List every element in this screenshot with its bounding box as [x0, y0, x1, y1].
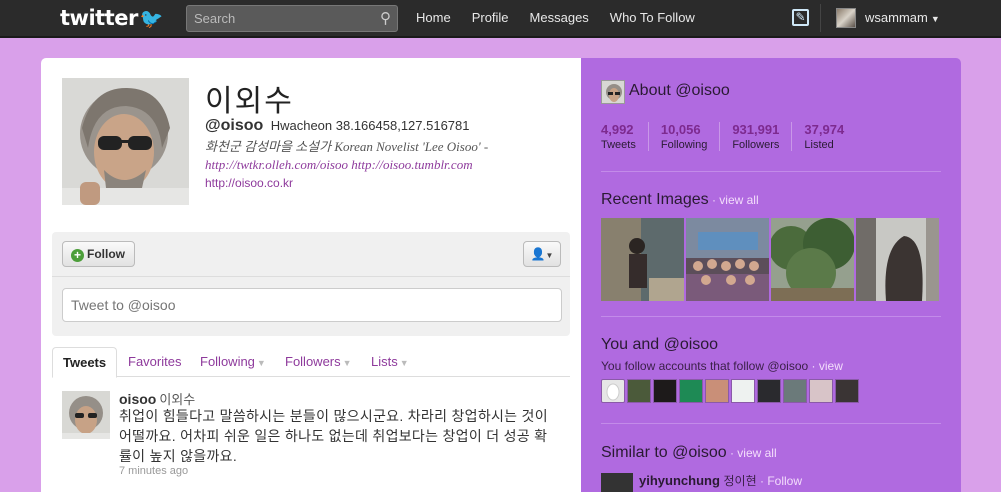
profile-sidebar: About @oisoo 4,992 Tweets 10,056 Following…: [581, 58, 961, 492]
bio-text: 화천군 감성마을 소설가 Korean Novelist 'Lee Oisoo'…: [205, 139, 489, 154]
recent-image-1[interactable]: [601, 218, 684, 301]
stat-followers[interactable]: 931,991 Followers: [732, 122, 793, 151]
compose-tweet-icon[interactable]: ✎: [792, 9, 809, 26]
profile-url[interactable]: http://oisoo.co.kr: [205, 176, 293, 190]
sidebar-divider: [601, 171, 941, 172]
similar-header: Similar to @oisoo · view all: [601, 444, 777, 461]
user-avatar[interactable]: [836, 8, 856, 28]
search-box: ⚲: [186, 5, 398, 32]
mutual-avatar-3[interactable]: [653, 379, 677, 403]
person-icon: 👤: [530, 247, 546, 261]
action-divider: [52, 276, 570, 277]
tweet-display-name: 이외수: [159, 392, 196, 407]
profile-stats: 4,992 Tweets 10,056 Following 931,991 Follo…: [601, 122, 868, 151]
profile-panel: 이외수 @oisoo Hwacheon 38.166458,127.516781…: [41, 58, 581, 492]
mutual-avatar-2[interactable]: [627, 379, 651, 403]
follow-button[interactable]: + Follow: [62, 241, 135, 267]
mutual-avatar-1[interactable]: [601, 379, 625, 403]
sidebar-divider: [601, 316, 941, 317]
caret-down-icon: ▼: [342, 358, 352, 368]
nav-profile[interactable]: Profile: [472, 10, 509, 25]
recent-images-title: Recent Images: [601, 191, 709, 208]
recent-images-header: Recent Images · view all: [601, 191, 759, 208]
user-actions-button[interactable]: 👤▼: [523, 241, 561, 267]
tweet-timestamp[interactable]: 7 minutes ago: [119, 465, 188, 477]
mutual-avatar-4[interactable]: [679, 379, 703, 403]
nav-home[interactable]: Home: [416, 10, 451, 25]
username: wsammam: [865, 10, 928, 25]
follow-label: Follow: [87, 247, 125, 261]
tab-followers[interactable]: Followers ▼: [285, 347, 352, 378]
caret-down-icon: ▼: [545, 251, 554, 260]
profile-location: Hwacheon 38.166458,127.516781: [270, 118, 470, 133]
mutual-avatar-10[interactable]: [835, 379, 859, 403]
tweet-screen-name[interactable]: oisoo: [119, 391, 156, 407]
profile-tabs: Tweets Favorites Following ▼ Followers ▼ L…: [52, 347, 570, 378]
search-input[interactable]: [187, 6, 367, 31]
sidebar-divider: [601, 423, 941, 424]
profile-name: 이외수: [205, 85, 294, 118]
top-nav: Home Profile Messages Who To Follow: [416, 10, 716, 25]
nav-who-to-follow[interactable]: Who To Follow: [610, 10, 695, 25]
tab-tweets[interactable]: Tweets: [52, 347, 118, 378]
profile-bio: 화천군 감성마을 소설가 Korean Novelist 'Lee Oisoo'…: [205, 138, 565, 174]
stat-following[interactable]: 10,056 Following: [661, 122, 721, 151]
similar-user-info: yihyunchung 정이현 · Follow: [639, 473, 802, 488]
mutual-avatars: [601, 379, 861, 403]
plus-icon: +: [71, 249, 84, 262]
caret-down-icon: ▼: [256, 358, 266, 368]
similar-user-screen-name[interactable]: yihyunchung: [639, 473, 720, 488]
similar-user-row: yihyunchung 정이현 · Follow: [601, 470, 941, 492]
recent-images-view-all[interactable]: view all: [719, 193, 758, 207]
stat-tweets[interactable]: 4,992 Tweets: [601, 122, 649, 151]
recent-image-2[interactable]: [686, 218, 769, 301]
profile-handle: @oisoo: [205, 117, 264, 134]
you-follow-view-link[interactable]: view: [819, 359, 843, 373]
mutual-avatar-5[interactable]: [705, 379, 729, 403]
top-bar: twitter🐦 ⚲ Home Profile Messages Who To …: [0, 0, 1001, 38]
similar-user-follow-link[interactable]: Follow: [767, 474, 802, 488]
mutual-avatar-9[interactable]: [809, 379, 833, 403]
tab-favorites[interactable]: Favorites: [128, 347, 181, 378]
you-follow-text: You follow accounts that follow @oisoo ·…: [601, 359, 843, 373]
caret-down-icon: ▼: [399, 358, 409, 368]
caret-down-icon: ▼: [930, 14, 940, 24]
nav-messages[interactable]: Messages: [530, 10, 589, 25]
mutual-avatar-6[interactable]: [731, 379, 755, 403]
similar-title: Similar to @oisoo: [601, 444, 727, 461]
similar-view-all[interactable]: view all: [737, 446, 776, 460]
tweet-to-input[interactable]: [62, 288, 562, 322]
user-menu[interactable]: wsammam ▼: [865, 10, 940, 25]
tweet-text: 취업이 힘들다고 말씀하시는 분들이 많으시군요. 차라리 창업하시는 것이 어…: [119, 408, 548, 464]
topbar-divider: [820, 4, 821, 32]
tab-lists[interactable]: Lists ▼: [371, 347, 409, 378]
about-avatar: [601, 80, 625, 104]
search-icon[interactable]: ⚲: [380, 9, 391, 27]
tab-following[interactable]: Following ▼: [200, 347, 266, 378]
recent-image-4[interactable]: [856, 218, 939, 301]
stat-listed[interactable]: 37,974 Listed: [804, 122, 856, 151]
similar-user-name: 정이현: [723, 474, 757, 488]
action-box: + Follow 👤▼: [52, 232, 570, 336]
twitter-logo[interactable]: twitter 🐦: [60, 6, 164, 30]
similar-user-avatar[interactable]: [601, 473, 633, 492]
mutual-avatar-7[interactable]: [757, 379, 781, 403]
mutual-avatar-8[interactable]: [783, 379, 807, 403]
profile-photo[interactable]: [62, 78, 189, 205]
recent-image-3[interactable]: [771, 218, 854, 301]
tweet-avatar[interactable]: [62, 391, 110, 439]
bio-links[interactable]: http://twtkr.olleh.com/oisoo http://oiso…: [205, 157, 473, 172]
about-title: About @oisoo: [629, 82, 730, 99]
profile-handle-line: @oisoo Hwacheon 38.166458,127.516781: [205, 117, 470, 135]
recent-images-grid: [601, 218, 941, 301]
bird-icon: 🐦: [139, 8, 164, 30]
you-and-title: You and @oisoo: [601, 336, 719, 353]
